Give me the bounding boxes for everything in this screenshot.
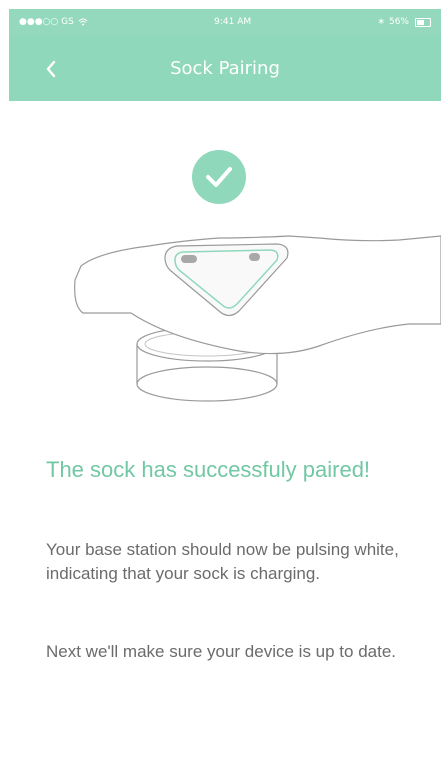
base-station-status-text: Your base station should now be pulsing … [46, 540, 399, 583]
sock-on-base-station-icon [74, 235, 441, 402]
success-headline: The sock has successfuly paired! [46, 457, 371, 482]
status-right: ∗ 56% [377, 17, 431, 27]
wifi-icon [78, 18, 88, 26]
status-left: ●●●○○ GS [19, 17, 88, 27]
bluetooth-icon: ∗ [377, 17, 385, 27]
signal-indicator: ●●●○○ GS [19, 17, 74, 27]
battery-icon [414, 17, 431, 27]
status-time: 9:41 AM [214, 17, 252, 27]
battery-percent: 56% [388, 17, 409, 27]
status-bar: ●●●○○ GS 9:41 AM ∗ 56% [9, 9, 441, 35]
page-title: Sock Pairing [170, 58, 280, 79]
main-content: The sock has successfuly paired! Your ba… [9, 101, 441, 762]
checkmark-circle-icon [192, 150, 246, 204]
nav-bar: Sock Pairing [9, 35, 441, 101]
next-step-text: Next we'll make sure your device is up t… [46, 642, 397, 661]
